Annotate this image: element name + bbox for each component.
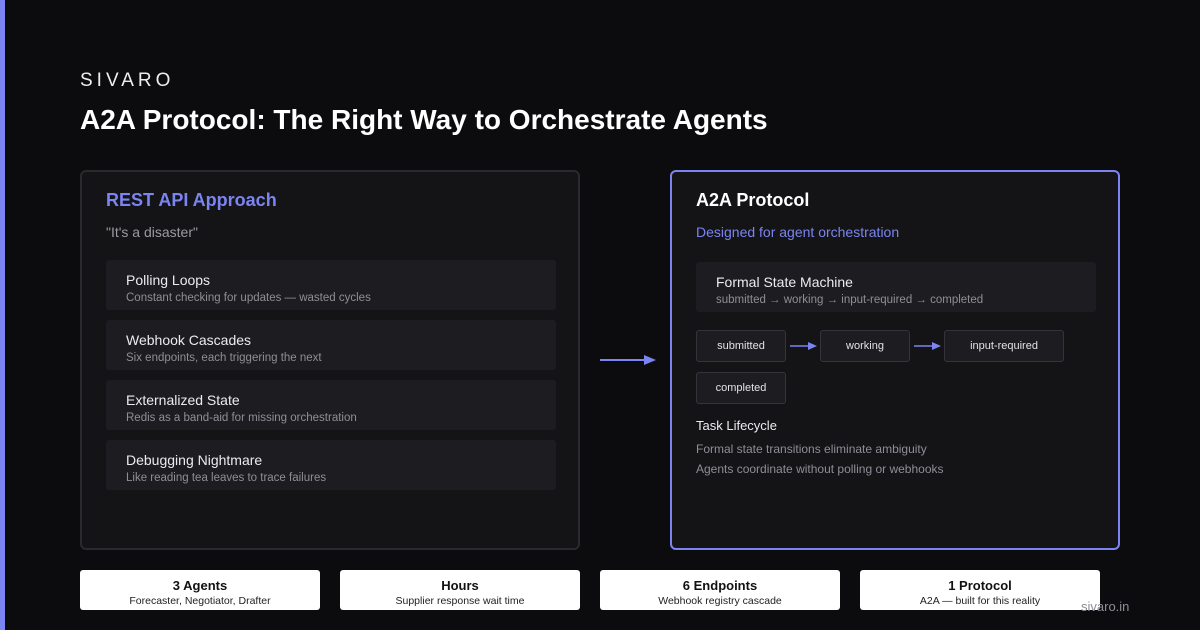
issue-title: Debugging Nightmare — [126, 452, 263, 468]
rest-panel-heading: REST API Approach — [106, 190, 277, 210]
state-machine-description: submitted → working → input-required → c… — [716, 294, 984, 306]
rest-panel-quote: "It's a disaster" — [106, 224, 198, 240]
issue-card-debugging: Debugging Nightmare Like reading tea lea… — [106, 440, 556, 490]
stat-value: Hours — [441, 578, 479, 593]
issue-card-webhooks: Webhook Cascades Six endpoints, each tri… — [106, 320, 556, 370]
stat-label: Forecaster, Negotiator, Drafter — [129, 595, 271, 607]
issue-description: Six endpoints, each triggering the next — [126, 352, 322, 364]
stat-label: A2A — built for this reality — [919, 595, 1041, 607]
stat-value: 1 Protocol — [948, 578, 1012, 593]
state-machine-card: Formal State Machine submitted → working… — [696, 262, 1096, 312]
stat-label: Webhook registry cascade — [658, 595, 782, 607]
arrow-right-icon — [790, 342, 817, 350]
state-completed: completed — [696, 372, 786, 404]
stat-card-agents: 3 Agents Forecaster, Negotiator, Drafter — [80, 570, 320, 610]
stat-card-endpoints: 6 Endpoints Webhook registry cascade — [600, 570, 840, 610]
right-arrow-icon — [600, 355, 656, 365]
issue-description: Redis as a band-aid for missing orchestr… — [126, 412, 357, 424]
lifecycle-point: Formal state transitions eliminate ambig… — [696, 442, 927, 456]
a2a-protocol-panel: A2A Protocol Designed for agent orchestr… — [670, 170, 1120, 550]
issue-description: Like reading tea leaves to trace failure… — [126, 472, 327, 484]
arrow-right-icon — [914, 342, 941, 350]
stat-card-protocol: 1 Protocol A2A — built for this reality — [860, 570, 1100, 610]
issue-title: Polling Loops — [126, 272, 211, 288]
state-machine-title: Formal State Machine — [716, 274, 853, 290]
issue-title: Webhook Cascades — [126, 332, 252, 348]
state-working: working — [820, 330, 910, 362]
a2a-panel-heading: A2A Protocol — [696, 190, 810, 210]
page-title: A2A Protocol: The Right Way to Orchestra… — [80, 104, 768, 135]
issue-description: Constant checking for updates — wasted c… — [126, 292, 371, 304]
state-submitted: submitted — [696, 330, 786, 362]
issue-card-state: Externalized State Redis as a band-aid f… — [106, 380, 556, 430]
brand-logo: SIVARO — [80, 70, 175, 91]
footer-url: sivaro.in — [1081, 599, 1130, 614]
rest-api-panel: REST API Approach "It's a disaster" Poll… — [80, 170, 580, 550]
state-input-required: input-required — [944, 330, 1064, 362]
lifecycle-point: Agents coordinate without polling or web… — [696, 462, 944, 476]
stat-label: Supplier response wait time — [395, 595, 525, 607]
issue-card-polling: Polling Loops Constant checking for upda… — [106, 260, 556, 310]
issue-title: Externalized State — [126, 392, 240, 408]
a2a-panel-subheading: Designed for agent orchestration — [696, 224, 900, 240]
accent-bar — [0, 0, 5, 630]
stat-value: 6 Endpoints — [682, 578, 758, 593]
task-lifecycle-title: Task Lifecycle — [696, 418, 777, 433]
stat-card-hours: Hours Supplier response wait time — [340, 570, 580, 610]
stat-value: 3 Agents — [172, 578, 228, 593]
